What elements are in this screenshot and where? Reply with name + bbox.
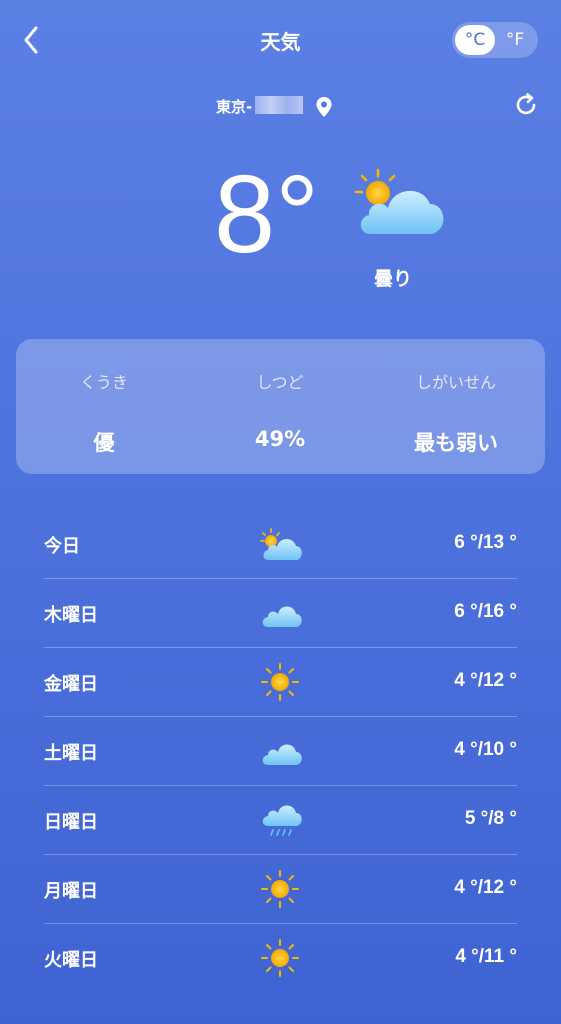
- day-temperature: 4 °/12 °: [454, 670, 517, 691]
- uv-label: しがいせん: [415, 373, 496, 392]
- day-name: 火曜日: [44, 950, 98, 971]
- location-name: 東京-: [216, 98, 253, 116]
- sun-cloud-icon: [260, 528, 302, 560]
- fahrenheit-option[interactable]: °F: [498, 25, 532, 55]
- celsius-option[interactable]: °C: [455, 25, 495, 55]
- location-pin-icon[interactable]: [315, 96, 333, 118]
- forecast-row: 火曜日 4 °/11 °: [44, 924, 517, 992]
- day-name: 木曜日: [44, 605, 98, 626]
- day-temperature: 4 °/11 °: [455, 946, 517, 967]
- redacted-location: [255, 96, 303, 114]
- forecast-row: 日曜日 5 °/8 °: [44, 786, 517, 855]
- cloud-icon: [262, 744, 302, 765]
- uv-index: しがいせん 最も弱い: [368, 339, 544, 474]
- day-name: 月曜日: [44, 881, 98, 902]
- forecast-row: 今日 6 °/13 °: [44, 510, 517, 579]
- sun-icon: [261, 939, 299, 977]
- uv-value: 最も弱い: [414, 431, 498, 455]
- air-quality: くうき 優: [16, 339, 192, 474]
- forecast-row: 木曜日 6 °/16 °: [44, 579, 517, 648]
- air-quality-label: くうき: [80, 373, 128, 392]
- sun-icon: [261, 870, 299, 908]
- day-temperature: 4 °/10 °: [454, 739, 517, 760]
- forecast-row: 月曜日 4 °/12 °: [44, 855, 517, 924]
- header: 天気 °C °F: [0, 0, 561, 80]
- day-temperature: 6 °/13 °: [454, 532, 517, 553]
- humidity: しつど 49%: [192, 339, 368, 474]
- forecast-list: 今日 6 °/13 ° 木曜日 6 °/16 ° 金曜日 4 °/12 ° 土曜…: [44, 510, 517, 992]
- day-name: 土曜日: [44, 743, 98, 764]
- refresh-icon[interactable]: [513, 92, 539, 118]
- air-quality-value: 優: [93, 431, 115, 455]
- day-name: 日曜日: [44, 812, 98, 833]
- day-name: 今日: [44, 536, 80, 557]
- unit-toggle[interactable]: °C °F: [452, 22, 538, 58]
- day-temperature: 6 °/16 °: [454, 601, 517, 622]
- current-condition: 曇り: [374, 268, 413, 290]
- day-temperature: 5 °/8 °: [464, 808, 517, 829]
- day-name: 金曜日: [44, 674, 98, 695]
- forecast-row: 土曜日 4 °/10 °: [44, 717, 517, 786]
- humidity-label: しつど: [256, 373, 304, 392]
- humidity-value: 49%: [254, 427, 306, 451]
- sun-icon: [261, 663, 299, 701]
- location-row: 東京-: [0, 94, 561, 120]
- day-temperature: 4 °/12 °: [454, 877, 517, 898]
- cloud-icon: [262, 606, 302, 627]
- current-temperature: 8°: [214, 153, 320, 276]
- rain-cloud-icon: [262, 805, 302, 836]
- sun-cloud-icon: [354, 168, 444, 234]
- forecast-row: 金曜日 4 °/12 °: [44, 648, 517, 717]
- info-card: くうき 優 しつど 49% しがいせん 最も弱い: [16, 339, 545, 474]
